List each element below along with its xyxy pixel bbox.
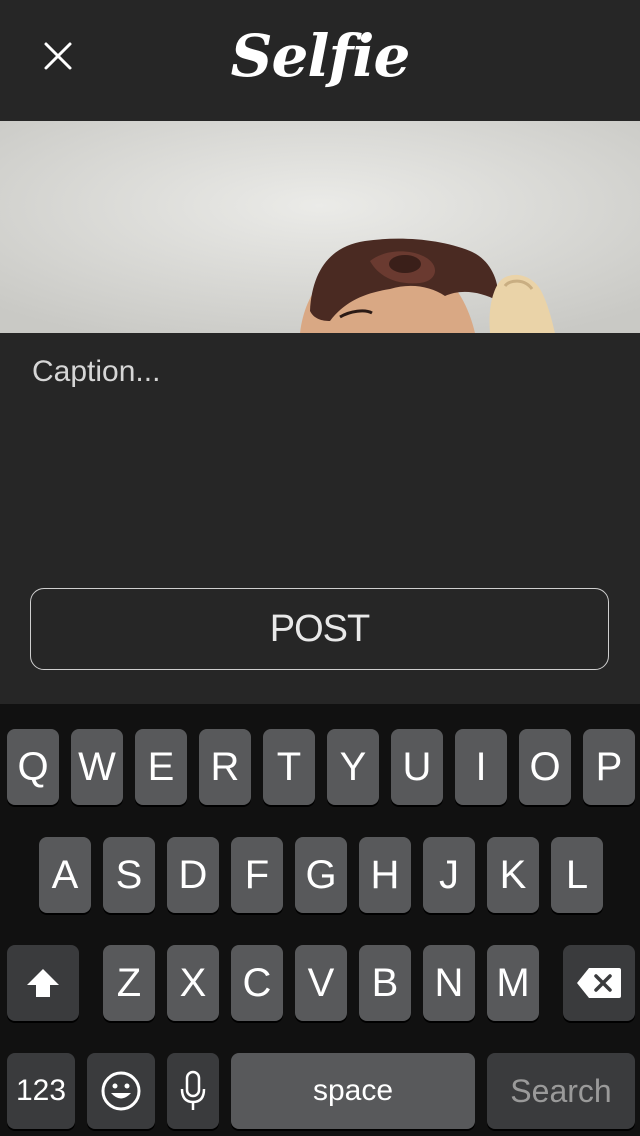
numbers-key[interactable]: 123	[7, 1053, 75, 1129]
delete-icon	[577, 968, 621, 998]
emoji-icon	[101, 1071, 141, 1111]
keyboard: Q W E R T Y U I O P A S D F G H J K L Z …	[0, 704, 640, 1136]
key-i[interactable]: I	[455, 729, 507, 805]
key-f[interactable]: F	[231, 837, 283, 913]
key-t[interactable]: T	[263, 729, 315, 805]
key-x[interactable]: X	[167, 945, 219, 1021]
post-button[interactable]: POST	[30, 588, 609, 670]
caption-input[interactable]	[32, 355, 608, 555]
search-key[interactable]: Search	[487, 1053, 635, 1129]
navigation-bar: Selfie	[0, 0, 640, 121]
key-g[interactable]: G	[295, 837, 347, 913]
key-k[interactable]: K	[487, 837, 539, 913]
key-s[interactable]: S	[103, 837, 155, 913]
delete-key[interactable]	[563, 945, 635, 1021]
key-w[interactable]: W	[71, 729, 123, 805]
key-p[interactable]: P	[583, 729, 635, 805]
key-z[interactable]: Z	[103, 945, 155, 1021]
key-v[interactable]: V	[295, 945, 347, 1021]
dictation-key[interactable]	[167, 1053, 219, 1129]
space-key[interactable]: space	[231, 1053, 475, 1129]
key-h[interactable]: H	[359, 837, 411, 913]
key-m[interactable]: M	[487, 945, 539, 1021]
key-l[interactable]: L	[551, 837, 603, 913]
emoji-key[interactable]	[87, 1053, 155, 1129]
app-logo: Selfie	[230, 22, 411, 90]
key-d[interactable]: D	[167, 837, 219, 913]
microphone-icon	[180, 1070, 206, 1110]
key-b[interactable]: B	[359, 945, 411, 1021]
shift-icon	[27, 969, 59, 997]
key-j[interactable]: J	[423, 837, 475, 913]
key-e[interactable]: E	[135, 729, 187, 805]
key-a[interactable]: A	[39, 837, 91, 913]
caption-area	[0, 333, 640, 573]
key-c[interactable]: C	[231, 945, 283, 1021]
key-r[interactable]: R	[199, 729, 251, 805]
key-q[interactable]: Q	[7, 729, 59, 805]
key-n[interactable]: N	[423, 945, 475, 1021]
key-y[interactable]: Y	[327, 729, 379, 805]
key-o[interactable]: O	[519, 729, 571, 805]
shift-key[interactable]	[7, 945, 79, 1021]
selfie-photo	[0, 121, 640, 333]
key-u[interactable]: U	[391, 729, 443, 805]
photo-image	[0, 121, 640, 333]
